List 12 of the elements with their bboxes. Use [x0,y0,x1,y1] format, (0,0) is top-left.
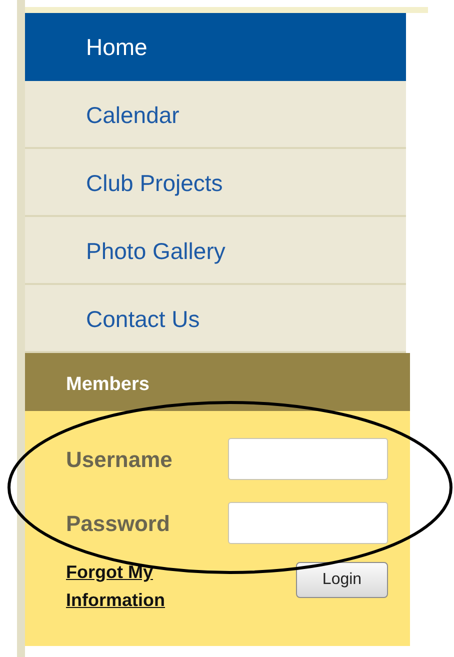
login-button[interactable]: Login [296,562,388,598]
nav-link[interactable]: Photo Gallery [25,217,406,285]
nav-link[interactable]: Club Projects [25,149,406,217]
nav-link[interactable]: Contact Us [25,285,406,353]
field-label: Password [66,510,170,538]
input-field[interactable] [228,502,388,544]
nav-link[interactable]: Calendar [25,81,406,149]
input-field[interactable] [228,438,388,480]
field-label: Username [66,446,172,474]
forgot-link[interactable]: Forgot My Information [66,558,216,614]
members-heading: Members [25,353,410,411]
nav-link[interactable]: Home [25,13,406,81]
